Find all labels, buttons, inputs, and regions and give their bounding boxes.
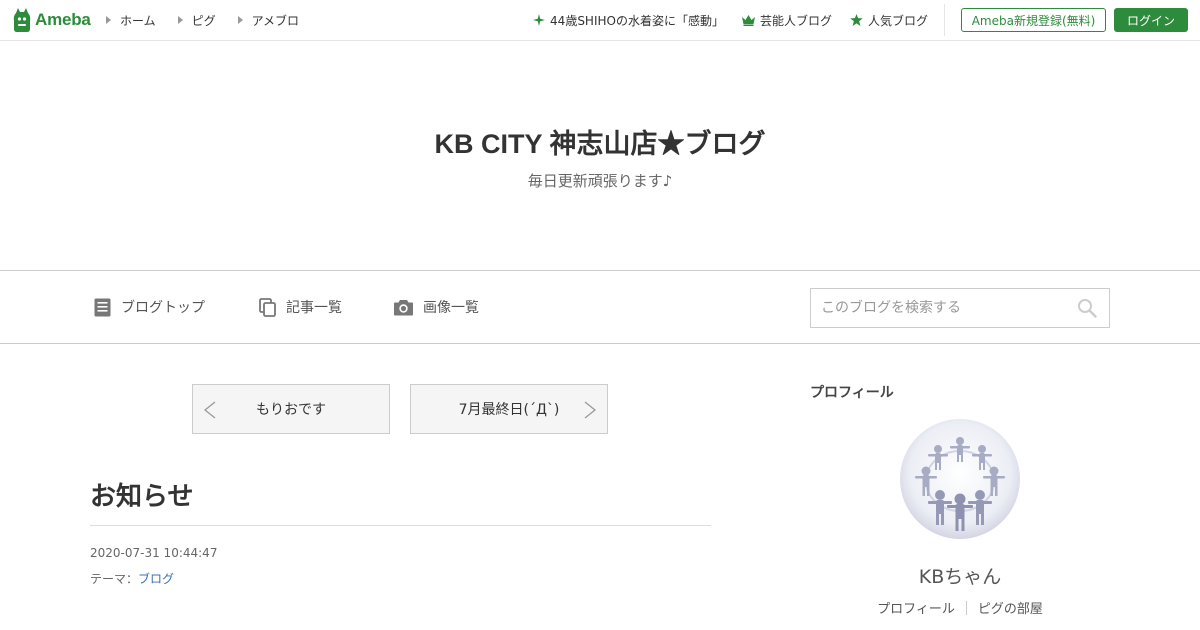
image-list-label: 画像一覧 [423,300,479,316]
copy-icon [259,297,276,317]
news-topic-link[interactable]: 44歳SHIHOの水着姿に「感動」 [533,12,724,29]
next-entry-label: 7月最終日(´Д`) [458,402,560,418]
chevron-right-icon [584,401,597,419]
entry-title[interactable]: お知らせ [90,476,193,513]
prev-entry-button[interactable]: もりおです [192,384,390,434]
people-circle-image [900,419,1020,539]
entry-list-link[interactable]: 記事一覧 [259,295,342,319]
triangle-right-icon [177,16,183,24]
news-topic-label: 44歳SHIHOの水着姿に「感動」 [550,13,724,28]
blog-top-link[interactable]: ブログトップ [94,295,205,319]
celebrity-blog-link[interactable]: 芸能人ブログ [741,12,832,29]
global-header: Ameba ホーム ピグ アメブロ 44歳SHIHOの水着姿に「感動」 芸能人ブ… [0,0,1200,41]
profile-name[interactable]: KBちゃん [810,562,1110,589]
logo-text: Ameba [35,10,91,29]
sparkle-icon [533,14,546,26]
popular-blog-label: 人気ブログ [867,13,928,28]
celebrity-blog-label: 芸能人ブログ [759,13,832,28]
image-list-link[interactable]: 画像一覧 [394,295,479,319]
blog-header: KB CITY 神志山店★ブログ 毎日更新頑張ります♪ [0,41,1200,270]
ameba-mascot-icon [13,8,31,32]
search-input[interactable] [811,289,1071,327]
search-icon[interactable] [1077,298,1097,318]
nav-item-pig[interactable]: ピグ [177,12,216,29]
document-icon [94,298,111,316]
camera-icon [394,299,413,315]
header-links: 44歳SHIHOの水着姿に「感動」 芸能人ブログ 人気ブログ [515,0,928,40]
login-button[interactable]: ログイン [1114,8,1188,32]
nav-item-home[interactable]: ホーム [106,12,156,29]
triangle-right-icon [237,16,243,24]
ameba-logo[interactable]: Ameba [12,7,91,33]
entry-theme: テーマ：ブログ [90,570,174,587]
popular-blog-link[interactable]: 人気ブログ [850,12,928,29]
avatar[interactable] [900,419,1020,539]
crown-icon [741,14,755,26]
triangle-right-icon [106,16,111,24]
profile-link[interactable]: プロフィール [877,598,955,617]
blog-nav: ブログトップ 記事一覧 画像一覧 [0,270,1200,344]
chevron-left-icon [203,401,216,419]
next-entry-button[interactable]: 7月最終日(´Д`) [410,384,608,434]
entry-date: 2020-07-31 10:44:47 [90,546,218,560]
theme-prefix: テーマ： [90,572,139,586]
nav-item-label: アメブロ [251,13,300,28]
pig-room-link[interactable]: ピグの部屋 [978,598,1043,617]
top-nav: ホーム ピグ アメブロ [106,0,321,40]
profile-links: プロフィール ピグの部屋 [810,598,1110,617]
nav-item-ameblo[interactable]: アメブロ [237,12,300,29]
blog-title[interactable]: KB CITY 神志山店★ブログ [0,122,1200,161]
nav-item-label: ホーム [120,13,156,28]
profile-heading: プロフィール [810,385,894,401]
divider [90,525,711,526]
theme-link[interactable]: ブログ [138,572,174,586]
blog-top-label: ブログトップ [121,300,205,316]
blog-subtitle: 毎日更新頑張ります♪ [527,172,673,190]
header-divider [944,4,945,36]
nav-item-label: ピグ [191,13,216,28]
prev-entry-label: もりおです [256,402,326,418]
divider [965,600,967,615]
star-icon [850,14,863,26]
entry-list-label: 記事一覧 [286,300,342,316]
blog-search [810,288,1110,328]
register-button[interactable]: Ameba新規登録(無料) [961,8,1106,32]
